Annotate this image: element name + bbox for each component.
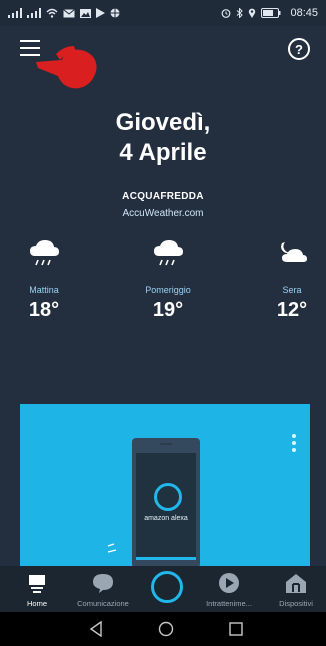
system-navigation-bar xyxy=(0,612,326,646)
tab-entertainment[interactable]: Intrattenime... xyxy=(196,566,262,612)
home-icon xyxy=(29,575,45,593)
alarm-icon xyxy=(222,9,231,18)
tab-home[interactable]: Home xyxy=(14,566,60,612)
play-store-icon xyxy=(96,8,105,18)
location-label: ACQUAFREDDA xyxy=(122,191,204,202)
signal-icon xyxy=(8,8,22,18)
weekday-text: Giovedì, xyxy=(115,109,211,136)
forecast-morning: Mattina 18° xyxy=(16,238,72,322)
weather-provider-link[interactable]: AccuWeather.com xyxy=(0,208,326,219)
status-icons-right: 08:45 xyxy=(221,7,318,19)
tab-communication[interactable]: Comunicazione xyxy=(70,566,136,612)
cloud-rain-icon xyxy=(30,240,59,266)
tab-home-label: Home xyxy=(26,599,47,608)
status-icons-left xyxy=(8,8,120,18)
wifi-icon xyxy=(46,8,58,18)
play-icon xyxy=(219,573,239,593)
chat-bubble-icon xyxy=(93,574,113,593)
forecast-label: Pomeriggio xyxy=(145,285,191,295)
tab-devices[interactable]: Dispositivi xyxy=(268,566,324,612)
phone-screen: amazon alexa xyxy=(136,453,196,557)
forecast-temp: 18° xyxy=(28,299,60,321)
app-header: ? xyxy=(0,26,326,89)
forecast-temp: 19° xyxy=(152,299,184,321)
tab-devices-label: Dispositivi xyxy=(279,599,313,608)
back-icon[interactable] xyxy=(88,621,104,637)
tab-communication-label: Comunicazione xyxy=(77,599,129,608)
alexa-logo-icon xyxy=(154,483,182,511)
date-heading: Giovedì, 4 Aprile xyxy=(0,108,326,168)
recents-icon[interactable] xyxy=(228,621,244,637)
signal-icon xyxy=(27,8,41,18)
weather-forecast: Mattina 18° Pomeriggio 19° Sera 12° xyxy=(0,238,326,328)
ball-icon xyxy=(110,8,120,18)
more-options-icon[interactable] xyxy=(292,434,296,455)
help-button[interactable]: ? xyxy=(288,38,310,60)
phone-screen-text: amazon alexa xyxy=(144,515,188,522)
sparkle-icon xyxy=(107,543,117,553)
phone-illustration: amazon alexa xyxy=(132,438,200,566)
alexa-promo-card[interactable]: amazon alexa xyxy=(20,404,310,566)
tab-alexa[interactable] xyxy=(144,566,190,612)
date-text: 4 Aprile xyxy=(119,139,207,166)
home-circle-icon[interactable] xyxy=(158,621,174,637)
status-time: 08:45 xyxy=(290,7,318,19)
pointing-hand-icon xyxy=(36,46,97,89)
forecast-label: Sera xyxy=(282,285,302,295)
help-label: ? xyxy=(295,41,303,57)
mail-icon xyxy=(63,8,75,17)
battery-icon xyxy=(261,8,281,18)
forecast-temp: 12° xyxy=(276,299,308,321)
cloud-rain-icon xyxy=(154,240,183,266)
tab-entertainment-label: Intrattenime... xyxy=(206,599,252,608)
devices-house-icon xyxy=(286,574,306,593)
forecast-afternoon: Pomeriggio 19° xyxy=(130,238,206,322)
forecast-evening: Sera 12° xyxy=(266,238,318,322)
photo-icon xyxy=(80,8,91,18)
alexa-button-icon xyxy=(151,571,183,603)
location-icon xyxy=(249,8,256,18)
bottom-navigation: Home Comunicazione Intrattenime... Dispo… xyxy=(0,566,326,612)
bluetooth-icon xyxy=(237,8,244,18)
status-bar: 08:45 xyxy=(0,0,326,26)
cloudy-moon-icon xyxy=(281,242,307,262)
forecast-label: Mattina xyxy=(29,285,59,295)
